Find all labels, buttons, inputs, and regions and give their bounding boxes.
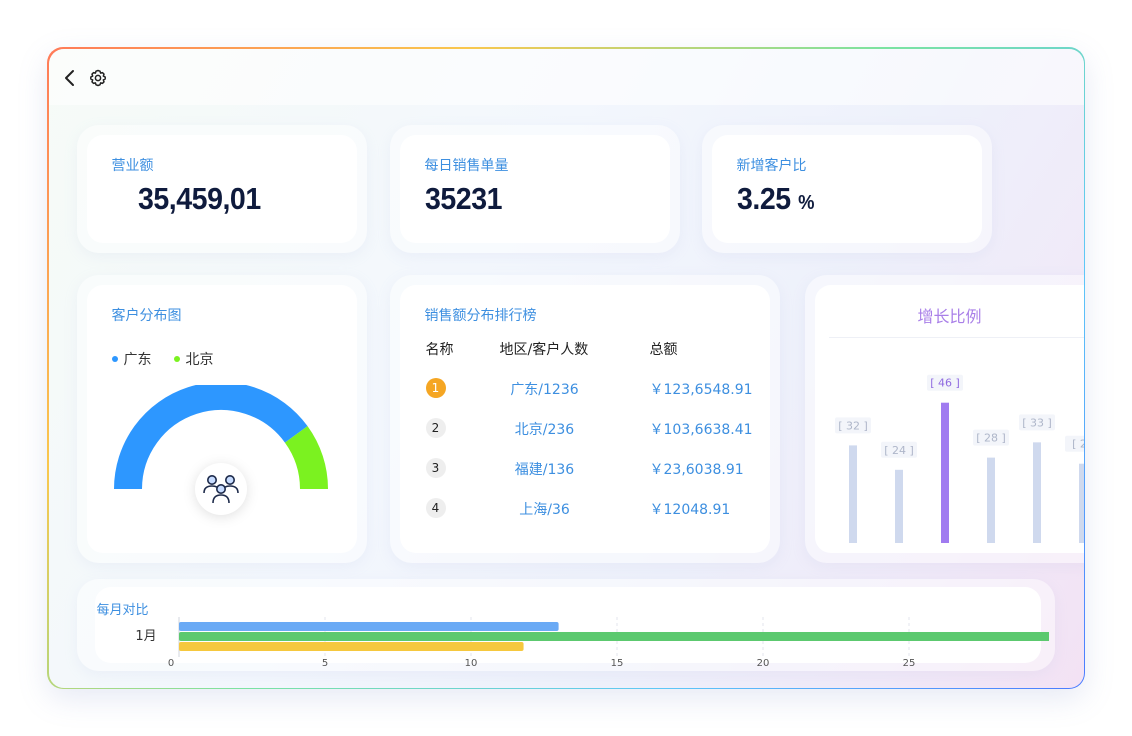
- rank-badge: 1: [425, 377, 446, 398]
- kpi-card-revenue: 营业额 35,459,01: [76, 124, 367, 253]
- gauge-chart: [113, 384, 328, 515]
- growth-label: [ 33 ]: [1022, 416, 1052, 429]
- column-header-region: 地区/客户人数: [499, 341, 589, 358]
- rank-badge: 3: [425, 457, 446, 478]
- kpi-value: 35231: [424, 180, 502, 216]
- growth-bar[interactable]: [940, 402, 949, 543]
- tick-label: 10: [464, 658, 477, 669]
- legend-dot: [111, 355, 118, 362]
- table-row[interactable]: 4 上海/36 ￥12048.91: [400, 497, 770, 521]
- customer-distribution-card: 客户分布图 广东 北京: [76, 274, 367, 563]
- region-count: 北京/236: [514, 421, 575, 438]
- growth-bar[interactable]: [894, 469, 903, 543]
- growth-bar[interactable]: [1078, 463, 1084, 543]
- region-count: 广东/1236: [510, 381, 579, 398]
- dashboard-frame: 营业额 35,459,01 每日销售单量 35231 新增客户比 3.25 % …: [47, 47, 1085, 689]
- region-count: 福建/136: [514, 461, 575, 478]
- rank-badge: 2: [425, 417, 446, 438]
- total-amount: ￥123,6548.91: [649, 381, 753, 398]
- section-title: 客户分布图: [111, 307, 182, 324]
- kpi-value: 3.25 %: [736, 180, 815, 216]
- tick-label: 0: [167, 658, 173, 669]
- table-row[interactable]: 2 北京/236 ￥103,6638.41: [400, 417, 770, 441]
- growth-ratio-card: 增长比例 [ 32 ] [ 24 ] [ 46 ] [ 28 ] [ 33 ] [ 26: [804, 274, 1084, 563]
- growth-bar[interactable]: [848, 444, 857, 543]
- category-label: 1月: [135, 629, 156, 644]
- tick-label: 25: [902, 658, 915, 669]
- column-header-total: 总额: [649, 341, 678, 358]
- kpi-value: 35,459,01: [137, 180, 261, 216]
- growth-label: [ 32 ]: [838, 419, 868, 432]
- legend-item[interactable]: 北京: [173, 349, 214, 369]
- growth-label: [ 26: [1072, 437, 1084, 450]
- total-amount: ￥12048.91: [649, 501, 731, 518]
- monthly-bar[interactable]: [178, 631, 1049, 641]
- growth-bar[interactable]: [1032, 441, 1041, 543]
- back-icon[interactable]: [59, 67, 81, 89]
- monthly-bar[interactable]: [178, 641, 524, 651]
- total-amount: ￥23,6038.91: [649, 461, 744, 478]
- kpi-card-new-customers: 新增客户比 3.25 %: [701, 124, 992, 253]
- growth-bar-chart: [ 32 ] [ 24 ] [ 46 ] [ 28 ] [ 33 ] [ 26: [834, 374, 1084, 543]
- table-row[interactable]: 3 福建/136 ￥23,6038.91: [400, 457, 770, 481]
- kpi-card-daily-orders: 每日销售单量 35231: [389, 124, 680, 253]
- gear-icon[interactable]: [87, 67, 109, 89]
- tick-label: 15: [610, 658, 623, 669]
- monthly-bar[interactable]: [178, 621, 559, 631]
- legend: 广东 北京: [111, 349, 214, 369]
- growth-label: [ 24 ]: [884, 443, 914, 456]
- dashboard: 营业额 35,459,01 每日销售单量 35231 新增客户比 3.25 % …: [48, 48, 1084, 688]
- monthly-bar-chart: 1月051015202530: [135, 616, 1049, 669]
- kpi-label: 营业额: [111, 157, 154, 174]
- section-title: 增长比例: [917, 306, 982, 326]
- kpi-label: 新增客户比: [736, 157, 807, 174]
- legend-dot: [173, 355, 180, 362]
- region-count: 上海/36: [519, 501, 570, 518]
- kpi-label: 每日销售单量: [424, 157, 509, 174]
- section-title: 销售额分布排行榜: [424, 307, 537, 324]
- kpi-unit: %: [797, 191, 814, 214]
- legend-label: 广东: [123, 351, 152, 368]
- column-header-name: 名称: [425, 341, 454, 358]
- growth-label: [ 46 ]: [930, 376, 960, 389]
- legend-item[interactable]: 广东: [111, 349, 152, 369]
- sales-ranking-card: 销售额分布排行榜 名称 地区/客户人数 总额 1 广东/1236 ￥123,65…: [389, 274, 780, 563]
- top-bar: [48, 48, 1084, 105]
- legend-label: 北京: [185, 351, 214, 368]
- gauge-segment-beijing[interactable]: [284, 425, 328, 489]
- total-amount: ￥103,6638.41: [649, 421, 753, 438]
- growth-label: [ 28 ]: [976, 431, 1006, 444]
- tick-label: 5: [321, 658, 327, 669]
- growth-bar[interactable]: [986, 457, 995, 543]
- table-row[interactable]: 1 广东/1236 ￥123,6548.91: [400, 377, 770, 401]
- rank-badge: 4: [425, 497, 446, 518]
- tick-label: 20: [756, 658, 769, 669]
